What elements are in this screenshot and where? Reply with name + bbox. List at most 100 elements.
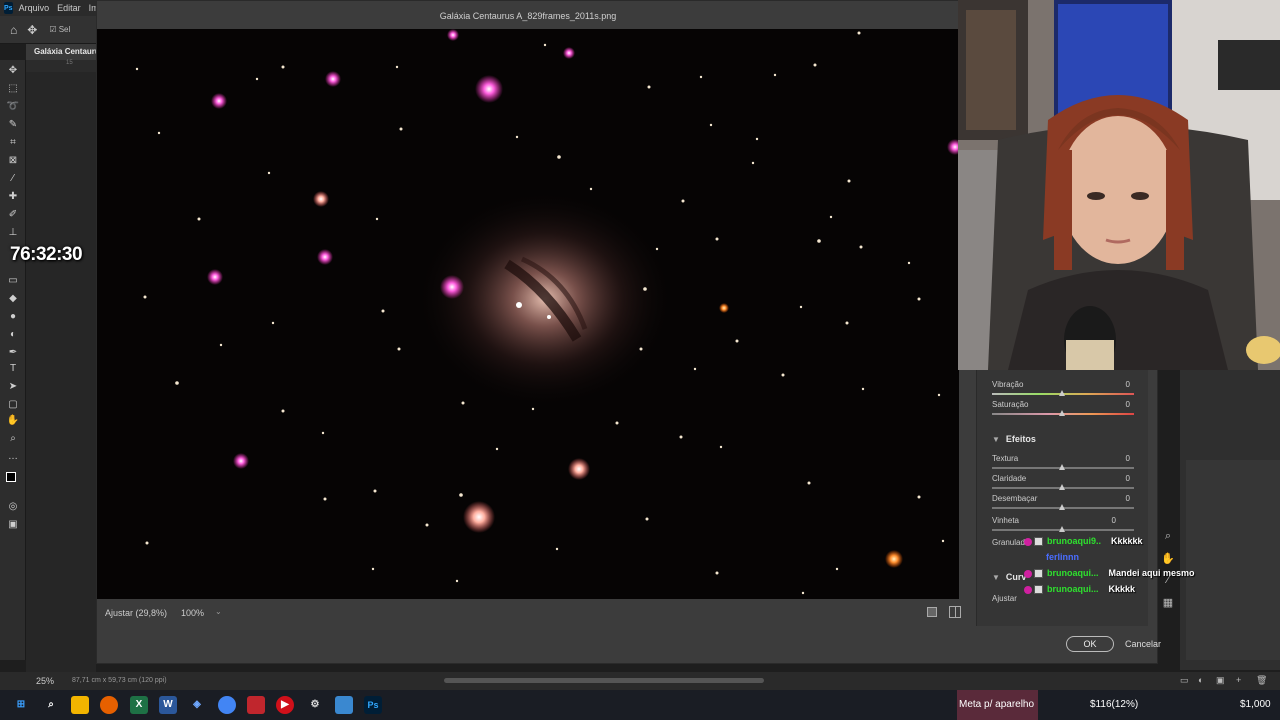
fx-icon[interactable]: ◐: [1198, 675, 1203, 685]
vignette-slider[interactable]: Vinheta 0: [992, 516, 1142, 536]
chat-message: ferlinnn: [1024, 552, 1224, 568]
screen-mode-icon[interactable]: ▣: [6, 518, 20, 532]
adjust-label: Ajustar: [992, 594, 1017, 603]
path-select-icon[interactable]: ➤: [6, 380, 20, 394]
word-icon[interactable]: W: [159, 696, 177, 714]
chevron-down-icon[interactable]: ⌄: [215, 607, 222, 616]
webcam-feed: [958, 0, 1280, 370]
zoom-fit-button[interactable]: Ajustar (29,8%): [105, 608, 167, 618]
new-layer-icon[interactable]: ▣: [1216, 675, 1225, 686]
sub-badge-icon: [1034, 537, 1043, 547]
vibrance-thumb[interactable]: [1059, 390, 1065, 396]
clarity-value[interactable]: 0: [1110, 474, 1130, 483]
ok-button[interactable]: OK: [1066, 636, 1114, 652]
pen-app-icon[interactable]: [335, 696, 353, 714]
firefox-icon[interactable]: [100, 696, 118, 714]
media-player-icon[interactable]: ▶: [276, 696, 294, 714]
blur-icon[interactable]: ●: [6, 310, 20, 324]
options-bar: ⌂ ✥ ☑ Sel: [0, 16, 96, 44]
chrome-icon[interactable]: [218, 696, 236, 714]
status-bar: 25% 87,71 cm x 59,73 cm (120 ppi) ▭ ◐ ▣ …: [0, 672, 1280, 690]
more-tools-icon[interactable]: …: [6, 450, 20, 464]
texture-label: Textura: [992, 454, 1019, 463]
saturation-thumb[interactable]: [1059, 410, 1065, 416]
brush-icon[interactable]: ✐: [6, 208, 20, 222]
goal-label: Meta p/ aparelho: [957, 690, 1039, 720]
photoshop-taskbar-icon[interactable]: Ps: [364, 696, 382, 714]
chat-username: brunoaqui...: [1047, 584, 1099, 594]
dodge-icon[interactable]: ◐: [6, 328, 20, 342]
eyedropper-icon[interactable]: ⁄: [6, 172, 20, 186]
vignette-thumb[interactable]: [1059, 526, 1065, 532]
type-icon[interactable]: T: [6, 362, 20, 376]
shape-icon[interactable]: ▢: [6, 398, 20, 412]
marquee-icon[interactable]: ⬚: [6, 82, 20, 96]
vibrance-label: Vibração: [992, 380, 1024, 389]
chat-username: brunoaqui9..: [1047, 536, 1101, 546]
horizontal-ruler: 15: [26, 60, 96, 72]
texture-thumb[interactable]: [1059, 464, 1065, 470]
vignette-value[interactable]: 0: [1096, 516, 1116, 525]
quick-mask-icon[interactable]: ◎: [6, 500, 20, 514]
zoom-icon[interactable]: ⌕: [6, 432, 20, 446]
curves-section-header[interactable]: ▼ Curv: [992, 572, 1026, 582]
file-explorer-icon[interactable]: [71, 696, 89, 714]
crop-icon[interactable]: ⌗: [6, 136, 20, 150]
foreground-color-icon[interactable]: [6, 472, 16, 482]
lock-icon[interactable]: ▭: [1180, 675, 1189, 686]
dehaze-value[interactable]: 0: [1110, 494, 1130, 503]
search-icon[interactable]: ⌕: [42, 696, 60, 714]
frame-icon[interactable]: ⊠: [6, 154, 20, 168]
healing-icon[interactable]: ✚: [6, 190, 20, 204]
app-icon[interactable]: ◈: [188, 696, 206, 714]
texture-slider[interactable]: Textura 0: [992, 454, 1142, 474]
adobe-app-icon[interactable]: [247, 696, 265, 714]
chat-username: brunoaqui...: [1047, 568, 1099, 578]
effects-section-header[interactable]: ▼ Efeitos: [992, 434, 1036, 444]
pen-icon[interactable]: ✒: [6, 346, 20, 360]
quick-select-icon[interactable]: ✎: [6, 118, 20, 132]
trash-icon[interactable]: 🗑: [1256, 675, 1267, 686]
dehaze-thumb[interactable]: [1059, 504, 1065, 510]
new-group-icon[interactable]: +: [1236, 675, 1241, 685]
bucket-icon[interactable]: ◆: [6, 292, 20, 306]
stamp-icon[interactable]: ⊥: [6, 226, 20, 240]
preview-footer: Ajustar (29,8%) 100% ⌄: [97, 599, 961, 627]
clarity-thumb[interactable]: [1059, 484, 1065, 490]
vibrance-value[interactable]: 0: [1110, 380, 1130, 389]
document-tab[interactable]: Galáxia Centaurus: [26, 44, 96, 60]
windows-start-icon[interactable]: ⊞: [12, 696, 30, 714]
menu-arquivo[interactable]: Arquivo: [19, 3, 50, 13]
texture-value[interactable]: 0: [1110, 454, 1130, 463]
settings-icon[interactable]: ⚙: [306, 696, 324, 714]
menu-editar[interactable]: Editar: [57, 3, 81, 13]
hand-icon[interactable]: ✋: [6, 414, 20, 428]
saturation-value[interactable]: 0: [1110, 400, 1130, 409]
before-after-view-icon[interactable]: [949, 606, 961, 618]
move-icon[interactable]: ✥: [6, 64, 20, 78]
chat-message: brunoaqui... Kkkkk: [1024, 584, 1224, 600]
horizontal-scrollbar[interactable]: [444, 678, 764, 683]
single-view-icon[interactable]: [927, 607, 937, 617]
excel-icon[interactable]: X: [130, 696, 148, 714]
zoom-percentage[interactable]: 25%: [36, 676, 54, 686]
galaxy-image: [97, 29, 959, 599]
effects-title: Efeitos: [1005, 434, 1036, 444]
lasso-icon[interactable]: ➰: [6, 100, 20, 114]
home-icon[interactable]: ⌂: [10, 23, 17, 37]
dehaze-slider[interactable]: Desembaçar 0: [992, 494, 1142, 514]
chat-text: Kkkkkk: [1111, 536, 1143, 546]
clarity-slider[interactable]: Claridade 0: [992, 474, 1142, 494]
saturation-slider[interactable]: Saturação 0: [992, 400, 1142, 420]
auto-select-option[interactable]: ☑ Sel: [49, 25, 70, 34]
goal-target: $1,000: [1240, 699, 1271, 710]
cancel-button[interactable]: Cancelar: [1124, 636, 1162, 652]
eraser-icon[interactable]: ▭: [6, 274, 20, 288]
vibrance-slider[interactable]: Vibração 0: [992, 380, 1142, 400]
zoom-level-select[interactable]: 100%: [181, 608, 204, 618]
photoshop-logo-icon: Ps: [4, 2, 13, 14]
move-tool-icon[interactable]: ✥: [27, 23, 37, 37]
badge-icon: [1024, 585, 1032, 594]
image-preview[interactable]: [97, 29, 959, 599]
chevron-down-icon: ▼: [992, 573, 1000, 582]
